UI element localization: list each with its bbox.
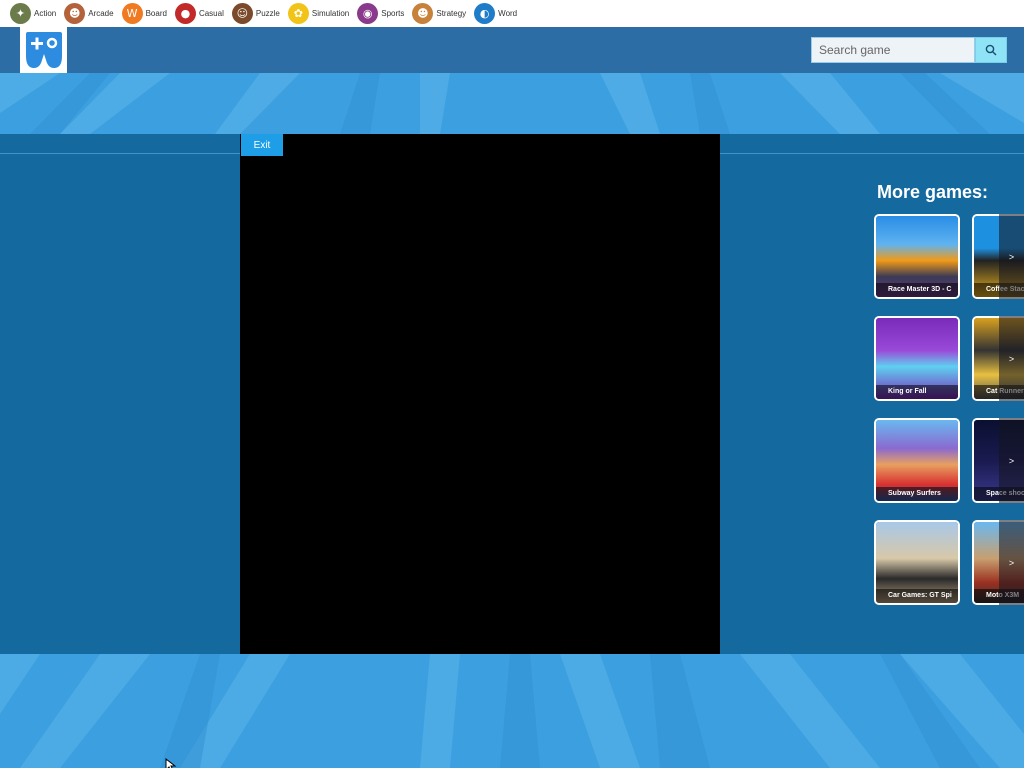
category-label: Sports	[381, 9, 405, 18]
scroll-right-arrow[interactable]: >	[999, 214, 1024, 299]
category-label: Strategy	[436, 9, 467, 18]
game-thumbnail-title: Car Games: GT Spi	[876, 589, 958, 603]
arcade-icon: ☻	[64, 3, 86, 24]
sports-icon: ◉	[357, 3, 379, 24]
game-thumbnail[interactable]: King or Fall	[874, 316, 960, 401]
scroll-right-arrow[interactable]: >	[999, 520, 1024, 605]
game-thumbnail-title: Race Master 3D - C	[876, 283, 958, 297]
exit-button[interactable]: Exit	[241, 134, 283, 156]
category-bar: ✦ Action ☻ Arcade W Board ● Casual ☺ Puzzle ✿ Simul…	[0, 0, 1024, 27]
scroll-right-arrow[interactable]: >	[999, 418, 1024, 503]
site-logo[interactable]	[20, 27, 67, 73]
search-input[interactable]	[811, 37, 975, 63]
category-puzzle[interactable]: ☺ Puzzle	[231, 3, 280, 24]
category-board[interactable]: W Board	[121, 3, 167, 24]
board-icon: W	[121, 3, 143, 24]
category-action[interactable]: ✦ Action	[10, 3, 56, 24]
category-label: Simulation	[311, 9, 350, 18]
category-label: Action	[34, 9, 57, 18]
category-label: Word	[498, 9, 518, 18]
category-label: Puzzle	[255, 9, 280, 18]
main-area: Exit More games: Race Master 3D - C Coffe…	[0, 134, 1024, 654]
bottom-banner	[0, 654, 1024, 768]
divider-right	[720, 153, 1024, 154]
top-banner	[0, 73, 1024, 134]
mouse-cursor-icon	[165, 758, 177, 768]
category-strategy[interactable]: ☻ Strategy	[412, 3, 466, 24]
search-icon	[985, 44, 997, 56]
game-thumbnail[interactable]: Subway Surfers	[874, 418, 960, 503]
word-icon: ◐	[474, 3, 496, 24]
banner-rays-decoration	[0, 73, 1024, 134]
game-thumbnail-title: King or Fall	[876, 385, 958, 399]
category-label: Casual	[198, 9, 224, 18]
category-label: Board	[145, 9, 167, 18]
search-button[interactable]	[975, 37, 1007, 63]
header	[0, 27, 1024, 73]
banner-rays-decoration	[0, 654, 1024, 768]
casual-icon: ●	[174, 3, 196, 24]
strategy-icon: ☻	[412, 3, 434, 24]
puzzle-icon: ☺	[231, 3, 253, 24]
gamepad-logo-icon	[25, 32, 62, 68]
game-thumbnail[interactable]: Race Master 3D - C	[874, 214, 960, 299]
scroll-right-arrow[interactable]: >	[999, 316, 1024, 401]
game-canvas[interactable]	[240, 134, 720, 654]
category-word[interactable]: ◐ Word	[474, 3, 517, 24]
divider-left	[0, 153, 240, 154]
more-games-title: More games:	[877, 182, 989, 202]
game-thumbnail[interactable]: Car Games: GT Spi	[874, 520, 960, 605]
category-casual[interactable]: ● Casual	[174, 3, 224, 24]
category-label: Arcade	[88, 9, 114, 18]
category-simulation[interactable]: ✿ Simulation	[287, 3, 350, 24]
action-icon: ✦	[10, 3, 31, 24]
simulation-icon: ✿	[287, 3, 309, 24]
game-thumbnail-title: Subway Surfers	[876, 487, 958, 501]
category-arcade[interactable]: ☻ Arcade	[64, 3, 114, 24]
search-box	[811, 37, 1007, 63]
category-sports[interactable]: ◉ Sports	[357, 3, 404, 24]
